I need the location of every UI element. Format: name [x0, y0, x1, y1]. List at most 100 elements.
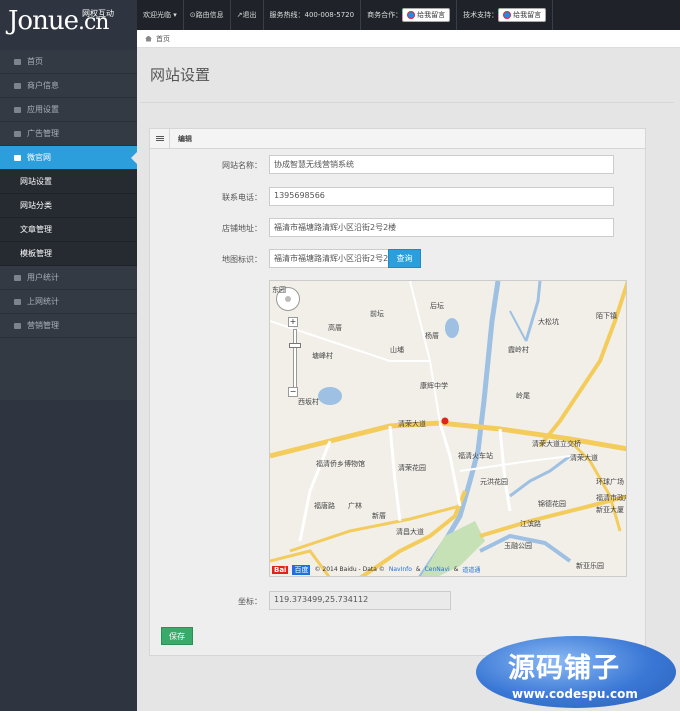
map-label: 高厝: [328, 324, 342, 332]
map-view[interactable]: + − 东园 前坛 后坛 高厝 杨厝 大松坑 陌下镇 山埔 塘峰村 霞岭村 西坂…: [269, 280, 627, 577]
sidebar-subitem-site-settings[interactable]: 网站设置: [0, 170, 137, 194]
list-icon: [150, 128, 170, 149]
map-label: 前坛: [370, 310, 384, 318]
map-label: 后坛: [430, 302, 444, 310]
baidu-logo-cn: 百度: [292, 564, 311, 575]
biz-message-button[interactable]: 给我留言: [402, 8, 451, 22]
address-label: 店铺地址：: [222, 224, 262, 233]
zoom-in-icon[interactable]: +: [288, 317, 298, 327]
biz-message-label: 给我留言: [417, 11, 446, 19]
sidebar-item-ads[interactable]: 广告管理: [0, 122, 137, 146]
biz-label: 商务合作：: [367, 11, 403, 19]
map-search-row: 地图标识： 福清市福塘路清辉小区沿街2号2楼 查询: [150, 249, 645, 269]
map-label: 山埔: [390, 346, 404, 354]
map-label: 大松坑: [538, 318, 559, 326]
router-info-link[interactable]: ⊙路由信息: [184, 0, 231, 30]
coord-label: 坐标：: [238, 597, 262, 606]
map-label: 福清市政府: [596, 494, 626, 502]
qq-icon: [503, 11, 512, 19]
save-button[interactable]: 保存: [161, 627, 193, 645]
map-label: 新厝: [372, 512, 386, 520]
sidebar-item-online-stats[interactable]: 上网统计: [0, 290, 137, 314]
biz-contact: 商务合作： 给我留言: [361, 0, 458, 30]
sidebar-item-home[interactable]: 首页: [0, 50, 137, 74]
cennavi-link[interactable]: CenNavi: [425, 566, 450, 573]
map-search-input[interactable]: 福清市福塘路清辉小区沿街2号2楼: [269, 249, 389, 268]
map-label: 福唐路: [314, 502, 335, 510]
map-label: 东园: [272, 286, 286, 294]
gear-icon: [14, 106, 21, 113]
navinfo-link[interactable]: NavInfo: [389, 566, 412, 573]
map-label: 康辉中学: [420, 382, 448, 390]
breadcrumb-home[interactable]: 首页: [156, 34, 170, 44]
sidebar-subitem-site-category[interactable]: 网站分类: [0, 194, 137, 218]
map-label: 环球广场: [596, 478, 624, 486]
chart-icon: [14, 298, 21, 305]
watermark-url: www.codespu.com: [512, 687, 638, 701]
cloud-icon: [14, 130, 21, 137]
tech-message-button[interactable]: 给我留言: [498, 8, 547, 22]
welcome-menu[interactable]: 欢迎光临 ▾: [137, 0, 184, 30]
map-label: 玉融公园: [504, 542, 532, 550]
top-nav: 欢迎光临 ▾ ⊙路由信息 ↗退出 服务热线：400-008-5720 商务合作：…: [137, 0, 554, 30]
logo-tagline: 网权互动: [82, 9, 114, 18]
map-label: 新亚大厦: [596, 506, 624, 514]
map-label: 锦德花园: [538, 500, 566, 508]
site-name-row: 网站名称： 协成智慧无线营销系统: [150, 155, 645, 175]
address-row: 店铺地址： 福清市福塘路清辉小区沿街2号2楼: [150, 218, 645, 238]
edit-panel: 编辑 网站名称： 协成智慧无线营销系统 联系电话： 1395698566 店铺地…: [149, 128, 646, 656]
panel-header: 编辑: [150, 128, 645, 149]
users-icon: [14, 82, 21, 89]
map-label: 岭尾: [516, 392, 530, 400]
sidebar-item-merchant[interactable]: 商户信息: [0, 74, 137, 98]
logo[interactable]: Jonue.cn 网权互动: [0, 0, 137, 50]
panel-title: 编辑: [178, 134, 192, 143]
map-label: 元洪花园: [480, 478, 508, 486]
hotline-text: 服务热线：400-008-5720: [264, 0, 362, 30]
map-label: 塘峰村: [312, 352, 333, 360]
map-label: 清荣大道: [398, 420, 426, 428]
sidebar-item-microsite[interactable]: 微官网: [0, 146, 137, 170]
sidebar-item-marketing[interactable]: 营销管理: [0, 314, 137, 338]
page-title: 网站设置: [150, 66, 211, 84]
grid-icon: [14, 322, 21, 329]
map-canvas: [270, 281, 626, 576]
daodaotong-link[interactable]: 道道通: [462, 565, 480, 574]
map-label: 清荣大道立交桥: [532, 440, 581, 448]
map-label: 江滨路: [520, 520, 541, 528]
sidebar: 首页 商户信息 应用设置 广告管理 微官网 网站设置 网站分类 文章管理 模板管…: [0, 50, 137, 711]
sidebar-filler: [0, 400, 137, 711]
address-input[interactable]: 福清市福塘路清辉小区沿街2号2楼: [269, 218, 614, 237]
logout-link[interactable]: ↗退出: [231, 0, 264, 30]
home-icon: [145, 35, 152, 42]
query-button[interactable]: 查询: [388, 249, 421, 268]
sidebar-subitem-articles[interactable]: 文章管理: [0, 218, 137, 242]
phone-row: 联系电话： 1395698566: [150, 187, 645, 207]
coord-input: 119.373499,25.734112: [269, 591, 451, 610]
coord-row: 坐标： 119.373499,25.734112: [150, 591, 645, 611]
site-name-label: 网站名称：: [222, 161, 262, 170]
site-name-input[interactable]: 协成智慧无线营销系统: [269, 155, 614, 174]
home-icon: [14, 58, 21, 65]
zoom-slider-thumb[interactable]: [289, 343, 301, 348]
sidebar-item-user-stats[interactable]: 用户统计: [0, 266, 137, 290]
map-label: 福清侨乡博物馆: [316, 460, 365, 468]
sidebar-subitem-templates[interactable]: 模板管理: [0, 242, 137, 266]
map-label: 清荣花园: [398, 464, 426, 472]
qq-icon: [407, 11, 416, 19]
map-label: 广林: [348, 502, 362, 510]
divider: [140, 102, 674, 103]
sidebar-item-app-settings[interactable]: 应用设置: [0, 98, 137, 122]
watermark-title: 源码铺子: [508, 653, 620, 684]
tech-message-label: 给我留言: [513, 11, 542, 19]
phone-label: 联系电话：: [222, 193, 262, 202]
zoom-slider[interactable]: [293, 329, 297, 391]
map-label: 清荣大道: [570, 454, 598, 462]
map-label: 地图标识：: [222, 255, 262, 264]
zoom-out-icon[interactable]: −: [288, 387, 298, 397]
tech-label: 技术支持：: [463, 11, 499, 19]
grid-icon: [14, 154, 21, 161]
phone-input[interactable]: 1395698566: [269, 187, 614, 206]
map-label: 杨厝: [425, 332, 439, 340]
map-label: 霞岭村: [508, 346, 529, 354]
